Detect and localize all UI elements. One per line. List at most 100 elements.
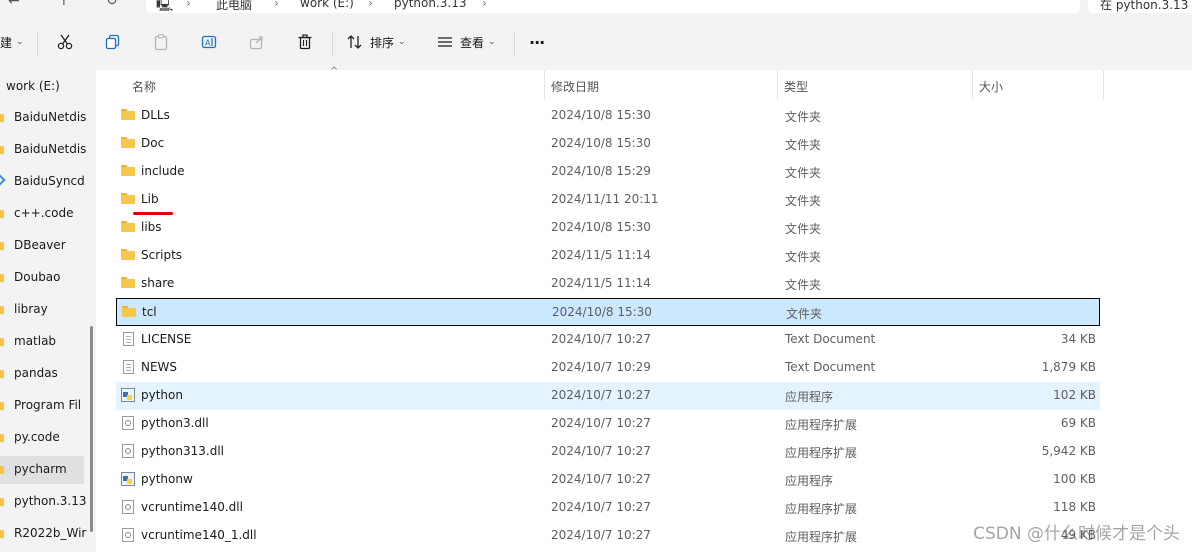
sort-button[interactable]: 排序 ⌄ xyxy=(346,31,406,53)
file-row[interactable]: tcl 2024/10/8 15:30 文件夹 xyxy=(116,298,1100,326)
file-row[interactable]: Lib 2024/11/11 20:11 文件夹 xyxy=(116,186,1100,214)
dll-file-icon xyxy=(122,528,134,542)
navigation-pane: work (E:) BaiduNetdis BaiduNetdis BaiduSyn… xyxy=(0,70,96,552)
rename-icon: A xyxy=(201,35,217,49)
new-button[interactable]: 建 ⌄ xyxy=(0,31,24,53)
search-box[interactable]: 在 python.3.13 xyxy=(1088,0,1192,13)
sidebar-item[interactable]: Program Fil xyxy=(0,392,84,420)
file-row[interactable]: DLLs 2024/10/8 15:30 文件夹 xyxy=(116,102,1100,130)
column-header-name[interactable]: 名称 xyxy=(126,70,544,100)
folder-icon xyxy=(121,277,135,288)
sidebar-item[interactable]: BaiduNetdis xyxy=(0,104,87,132)
file-type: 应用程序扩展 xyxy=(785,502,858,516)
file-name: libs xyxy=(141,220,162,234)
chevron-down-icon: ⌄ xyxy=(488,37,496,47)
sync-icon xyxy=(0,174,6,186)
file-date: 2024/10/7 10:27 xyxy=(551,472,651,486)
cut-button[interactable] xyxy=(56,31,74,53)
toolbar-divider xyxy=(514,32,515,56)
file-row[interactable]: python3.dll 2024/10/7 10:27 应用程序扩展 69 KB xyxy=(116,410,1100,438)
file-date: 2024/10/8 15:30 xyxy=(551,108,651,122)
file-row[interactable]: pythonw 2024/10/7 10:27 应用程序 100 KB xyxy=(116,466,1100,494)
sidebar-item-label: BaiduSyncd xyxy=(14,174,85,188)
file-row[interactable]: vcruntime140.dll 2024/10/7 10:27 应用程序扩展 118… xyxy=(116,494,1100,522)
breadcrumb-chevron-icon: › xyxy=(482,0,487,10)
sidebar-item[interactable]: c++.code xyxy=(0,200,84,228)
scissors-icon xyxy=(57,34,73,50)
file-name: python3.dll xyxy=(141,416,209,430)
address-bar[interactable]: 🖳 › 此电脑 › work (E:) › python.3.13 › xyxy=(146,0,1080,13)
back-arrow-icon[interactable]: ← xyxy=(8,0,20,9)
breadcrumb-folder[interactable]: python.3.13 xyxy=(394,0,467,10)
sidebar-item[interactable]: R2022b_Wir xyxy=(0,520,86,548)
sidebar-item-label: Program Fil xyxy=(14,398,82,412)
file-name: python313.dll xyxy=(141,444,224,458)
address-strip: ← ↑ ↻ 🖳 › 此电脑 › work (E:) › python.3.13 … xyxy=(0,0,1192,14)
sidebar-item-label: pycharm xyxy=(14,462,67,476)
file-row[interactable]: python 2024/10/7 10:27 应用程序 102 KB xyxy=(116,382,1100,410)
column-header-label: 修改日期 xyxy=(551,80,600,94)
sort-label: 排序 xyxy=(370,35,395,50)
file-row[interactable]: NEWS 2024/10/7 10:29 Text Document 1,879 KB xyxy=(116,354,1100,382)
folder-icon xyxy=(121,249,135,260)
sidebar-item[interactable]: pandas xyxy=(0,360,84,388)
column-divider[interactable] xyxy=(1103,70,1104,100)
sidebar-item-drive[interactable]: work (E:) xyxy=(0,73,84,101)
file-type: 应用程序扩展 xyxy=(785,530,858,544)
copy-button[interactable] xyxy=(104,31,122,53)
sort-icon xyxy=(347,35,362,49)
file-row[interactable]: LICENSE 2024/10/7 10:27 Text Document 34 KB xyxy=(116,326,1100,354)
file-date: 2024/11/5 11:14 xyxy=(551,248,651,262)
rename-button[interactable]: A xyxy=(200,31,218,53)
chevron-down-icon: ⌄ xyxy=(398,37,406,47)
file-row[interactable]: python313.dll 2024/10/7 10:27 应用程序扩展 5,942 … xyxy=(116,438,1100,466)
file-date: 2024/10/8 15:30 xyxy=(551,136,651,150)
column-header-type[interactable]: 类型 xyxy=(778,70,972,100)
share-icon xyxy=(249,36,263,50)
file-row[interactable]: include 2024/10/8 15:29 文件夹 xyxy=(116,158,1100,186)
file-row[interactable]: share 2024/11/5 11:14 文件夹 xyxy=(116,270,1100,298)
file-row[interactable]: Scripts 2024/11/5 11:14 文件夹 xyxy=(116,242,1100,270)
sidebar-item[interactable]: BaiduNetdis xyxy=(0,136,86,164)
command-bar: 建 ⌄ A 排序 ⌄ 查看 ⌄ ··· xyxy=(0,14,1192,70)
sidebar-item[interactable]: BaiduSyncd xyxy=(0,168,85,196)
sidebar-item[interactable]: DBeaver xyxy=(0,232,84,260)
refresh-icon[interactable]: ↻ xyxy=(106,0,118,9)
text-file-icon xyxy=(123,332,134,346)
sidebar-item[interactable]: libray xyxy=(0,296,84,324)
sidebar-item-label: BaiduNetdis xyxy=(14,110,87,124)
file-row[interactable]: Doc 2024/10/8 15:30 文件夹 xyxy=(116,130,1100,158)
sidebar-item[interactable]: Doubao xyxy=(0,264,84,292)
dll-file-icon xyxy=(122,500,134,514)
more-options-button[interactable]: ··· xyxy=(529,31,545,53)
file-row[interactable]: vcruntime140_1.dll 2024/10/7 10:27 应用程序扩展 4… xyxy=(116,522,1100,550)
column-header-date[interactable]: 修改日期 xyxy=(545,70,777,100)
column-header-size[interactable]: 大小 xyxy=(973,70,1103,100)
file-row[interactable]: libs 2024/10/8 15:30 文件夹 xyxy=(116,214,1100,242)
dll-file-icon xyxy=(122,444,134,458)
file-type: 文件夹 xyxy=(785,278,822,292)
file-type: 应用程序 xyxy=(785,390,834,404)
file-name: DLLs xyxy=(141,108,170,122)
file-type: 应用程序扩展 xyxy=(785,418,858,432)
sidebar-scrollbar[interactable] xyxy=(90,326,93,532)
up-arrow-icon[interactable]: ↑ xyxy=(58,0,70,9)
delete-button[interactable] xyxy=(296,31,314,53)
sidebar-item[interactable]: matlab xyxy=(0,328,84,356)
file-date: 2024/10/8 15:30 xyxy=(552,305,652,319)
sidebar-item[interactable]: python.3.13 xyxy=(0,488,87,516)
file-size: 69 KB xyxy=(1060,416,1096,430)
column-header-label: 大小 xyxy=(979,80,1004,94)
sidebar-item[interactable]: pycharm xyxy=(0,456,84,484)
breadcrumb-drive[interactable]: work (E:) xyxy=(300,0,354,10)
paste-button[interactable] xyxy=(152,31,170,53)
file-name: NEWS xyxy=(141,360,178,374)
file-name: vcruntime140.dll xyxy=(141,500,243,514)
file-type: 文件夹 xyxy=(785,250,822,264)
breadcrumb-this-pc[interactable]: 此电脑 xyxy=(216,0,252,13)
sidebar-item[interactable]: py.code xyxy=(0,424,84,452)
file-date: 2024/11/5 11:14 xyxy=(551,276,651,290)
folder-icon xyxy=(0,402,4,410)
view-button[interactable]: 查看 ⌄ xyxy=(436,31,496,53)
share-button[interactable] xyxy=(248,31,266,53)
